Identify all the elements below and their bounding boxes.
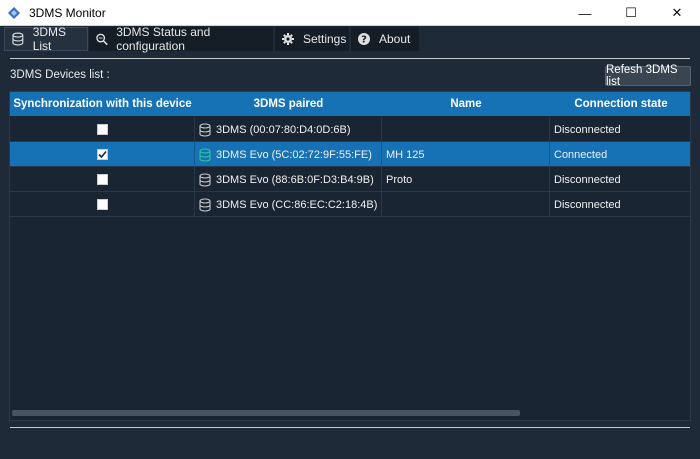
tab-about[interactable]: ? About	[351, 27, 419, 51]
column-header-state[interactable]: Connection state	[550, 92, 690, 116]
column-header-sync[interactable]: Synchronization with this device	[10, 92, 195, 116]
table-row[interactable]: 3DMS (00:07:80:D4:0D:6B) Disconnected	[10, 117, 690, 142]
tab-label: Settings	[303, 32, 347, 46]
devices-table: Synchronization with this device 3DMS pa…	[9, 91, 691, 421]
app-logo-icon	[8, 6, 20, 19]
sync-checkbox[interactable]	[96, 199, 108, 210]
device-label: 3DMS Evo (5C:02:72:9F:55:FE)	[216, 148, 372, 161]
table-row[interactable]: 3DMS Evo (CC:86:EC:C2:18:4B) Disconnecte…	[10, 192, 690, 217]
tab-3dms-status[interactable]: 3DMS Status and configuration	[89, 25, 273, 53]
minimize-button[interactable]: —	[562, 0, 608, 26]
sync-cell	[10, 142, 195, 167]
tab-3dms-list[interactable]: 3DMS List	[4, 25, 88, 53]
help-icon: ?	[358, 33, 370, 46]
device-label: 3DMS (00:07:80:D4:0D:6B)	[216, 123, 351, 136]
database-icon	[199, 122, 211, 137]
sync-cell	[10, 117, 195, 142]
database-icon	[199, 147, 211, 162]
device-label: 3DMS Evo (88:6B:0F:D3:B4:9B)	[216, 173, 374, 186]
tab-label: About	[379, 32, 411, 46]
database-icon	[199, 197, 211, 212]
close-button[interactable]: ✕	[654, 0, 700, 26]
gear-icon	[282, 33, 294, 45]
sync-cell	[10, 192, 195, 217]
state-cell: Connected	[550, 142, 690, 167]
sync-checkbox[interactable]	[96, 124, 108, 135]
sync-checkbox[interactable]	[96, 174, 108, 185]
svg-text:?: ?	[361, 35, 367, 46]
device-cell: 3DMS (00:07:80:D4:0D:6B)	[195, 117, 382, 142]
device-label: 3DMS Evo (CC:86:EC:C2:18:4B)	[216, 198, 378, 211]
tab-label: 3DMS List	[32, 25, 67, 53]
tab-bar: 3DMS List 3DMS Status and configuration …	[0, 25, 700, 53]
device-cell: 3DMS Evo (5C:02:72:9F:55:FE)	[195, 142, 382, 167]
database-icon	[199, 172, 211, 187]
name-cell[interactable]: MH 125	[382, 142, 550, 167]
checkmark-icon	[97, 150, 107, 159]
refresh-list-button[interactable]: Refesh 3DMS list	[605, 64, 691, 88]
bottom-divider	[10, 427, 690, 428]
state-cell: Disconnected	[550, 192, 690, 217]
name-cell[interactable]: Proto	[382, 167, 550, 192]
table-row[interactable]: 3DMS Evo (5C:02:72:9F:55:FE) MH 125 Conn…	[10, 142, 690, 167]
maximize-button[interactable]: ☐	[608, 0, 654, 26]
title-bar: 3DMS Monitor — ☐ ✕	[0, 0, 700, 26]
window-title: 3DMS Monitor	[29, 5, 106, 20]
column-header-name[interactable]: Name	[382, 92, 550, 116]
state-cell: Disconnected	[550, 167, 690, 192]
sync-checkbox[interactable]	[96, 149, 108, 160]
tab-settings[interactable]: Settings	[275, 27, 349, 51]
device-cell: 3DMS Evo (CC:86:EC:C2:18:4B)	[195, 192, 382, 217]
state-cell: Disconnected	[550, 117, 690, 142]
sync-cell	[10, 167, 195, 192]
database-icon	[12, 32, 24, 46]
device-cell: 3DMS Evo (88:6B:0F:D3:B4:9B)	[195, 167, 382, 192]
table-header: Synchronization with this device 3DMS pa…	[10, 92, 690, 116]
table-row[interactable]: 3DMS Evo (88:6B:0F:D3:B4:9B) Proto Disco…	[10, 167, 690, 192]
horizontal-scrollbar[interactable]	[12, 410, 520, 416]
devices-list-label: 3DMS Devices list :	[10, 69, 110, 81]
name-cell[interactable]	[382, 117, 550, 142]
tab-label: 3DMS Status and configuration	[116, 25, 211, 53]
name-cell[interactable]	[382, 192, 550, 217]
tab-divider	[10, 58, 690, 59]
zoom-icon	[96, 33, 108, 46]
column-header-paired[interactable]: 3DMS paired	[195, 92, 382, 116]
